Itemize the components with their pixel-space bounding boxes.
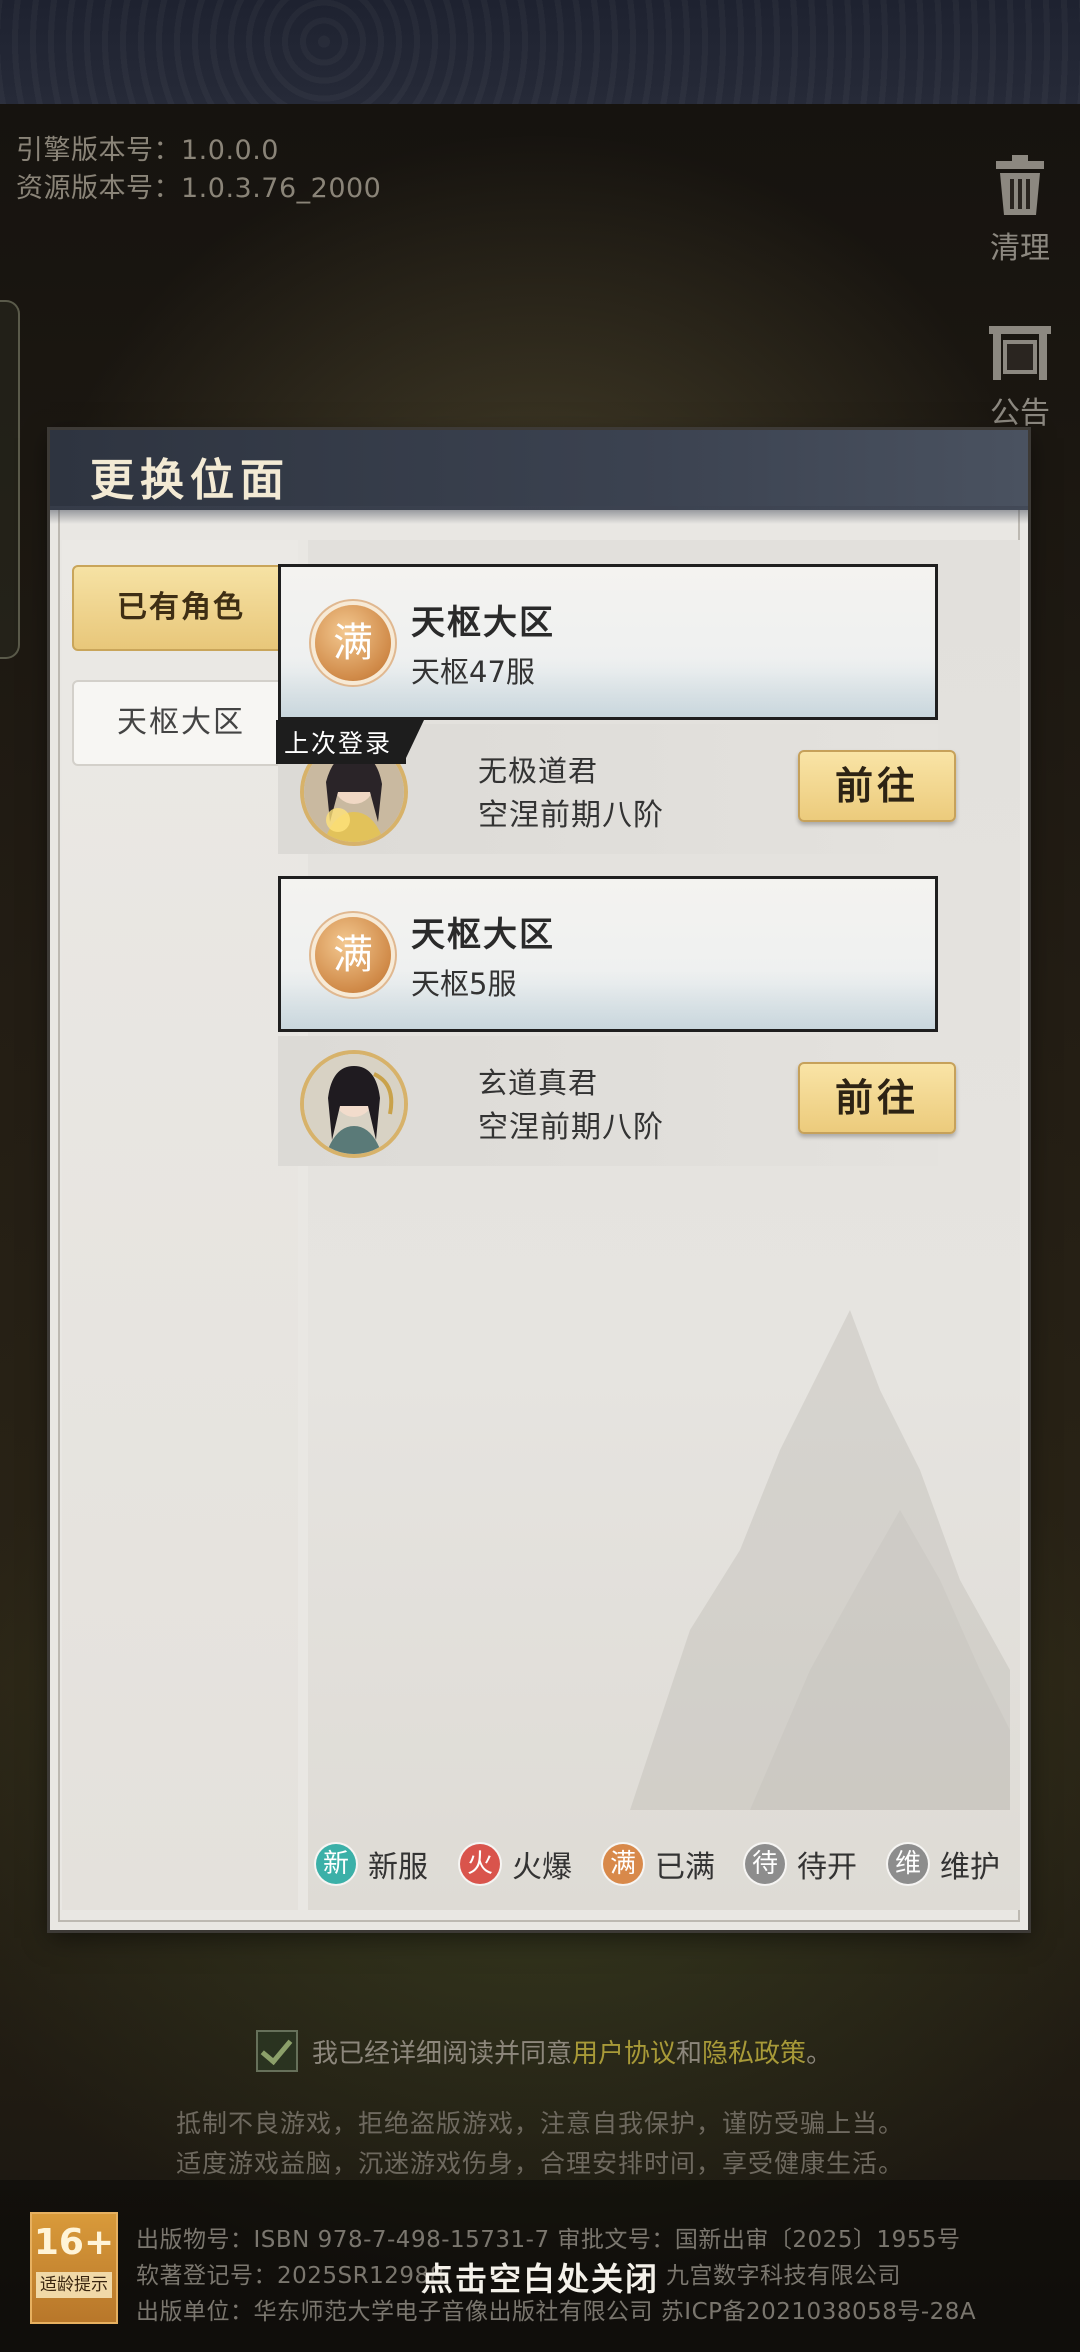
- legend-label: 火爆: [512, 1850, 572, 1885]
- engine-version: 引擎版本号：1.0.0.0: [16, 135, 279, 166]
- top-banner: [0, 0, 1080, 104]
- agreement-suffix: 。: [806, 2038, 833, 2069]
- full-server-icon: 满: [603, 1844, 643, 1884]
- publication-number: 出版物号：ISBN 978-7-498-15731-7 审批文号：国新出审〔20…: [136, 2227, 961, 2253]
- clean-label: 清理: [990, 231, 1050, 266]
- server-name: 天枢47服: [411, 655, 535, 689]
- hot-server-icon: 火: [460, 1844, 500, 1884]
- server-name: 天枢5服: [411, 967, 517, 1001]
- legend-label: 待开: [797, 1850, 857, 1885]
- agreement-row: 我已经详细阅读并同意 用户协议 和 隐私政策 。: [256, 2030, 832, 2072]
- tab-tianshu-zone[interactable]: 天枢大区: [72, 680, 290, 766]
- tap-to-close-hint[interactable]: 点击空白处关闭: [0, 2254, 1080, 2300]
- character-avatar: [304, 1054, 404, 1154]
- server-card-2[interactable]: 满 天枢大区 天枢5服: [278, 876, 938, 1032]
- legend-hot: 火 火爆: [460, 1842, 572, 1886]
- portrait-icon: [304, 1054, 404, 1154]
- agreement-prefix: 我已经详细阅读并同意: [312, 2038, 573, 2069]
- character-name: 无极道君: [478, 754, 599, 788]
- legend-maintenance: 维 维护: [888, 1842, 1000, 1886]
- legend-full: 满 已满: [603, 1842, 715, 1886]
- enter-server-button[interactable]: 前往: [798, 1062, 956, 1134]
- trash-icon: [996, 155, 1044, 215]
- character-realm: 空涅前期八阶: [478, 798, 664, 833]
- notice-button[interactable]: 公告: [980, 322, 1060, 432]
- character-row-1: 上次登录 无极道君 空涅前期八阶 前往: [276, 720, 956, 854]
- user-agreement-link[interactable]: 用户协议: [572, 2033, 676, 2070]
- server-zone-name: 天枢大区: [411, 915, 555, 955]
- server-card-1[interactable]: 满 天枢大区 天枢47服: [278, 564, 938, 720]
- character-name: 玄道真君: [478, 1066, 599, 1100]
- health-notice-line-1: 抵制不良游戏，拒绝盗版游戏，注意自我保护，谨防受骗上当。: [175, 2109, 904, 2138]
- full-status-badge: 满: [315, 605, 391, 681]
- legend-label: 维护: [940, 1850, 1000, 1885]
- legend-new: 新 新服: [316, 1842, 428, 1886]
- side-panel-edge[interactable]: [0, 300, 20, 659]
- server-zone-name: 天枢大区: [411, 603, 555, 643]
- enter-server-button[interactable]: 前往: [798, 750, 956, 822]
- agreement-checkbox[interactable]: [256, 2030, 298, 2072]
- privacy-policy-link[interactable]: 隐私政策: [702, 2033, 806, 2070]
- mountain-ink-decoration: [630, 1310, 1010, 1810]
- legend-pending: 待 待开: [745, 1842, 857, 1886]
- legend-label: 已满: [655, 1850, 715, 1885]
- dialog-title: 更换位面: [90, 455, 290, 506]
- character-row-2: 玄道真君 空涅前期八阶 前往: [278, 1036, 956, 1166]
- notice-label: 公告: [990, 396, 1050, 431]
- clean-button[interactable]: 清理: [980, 155, 1060, 267]
- resource-version: 资源版本号：1.0.3.76_2000: [16, 173, 382, 204]
- legend-label: 新服: [368, 1850, 428, 1885]
- new-server-icon: 新: [316, 1844, 356, 1884]
- health-notice-line-2: 适度游戏益脑，沉迷游戏伤身，合理安排时间，享受健康生活。: [175, 2149, 904, 2178]
- last-login-tag: 上次登录: [276, 720, 425, 764]
- pending-server-icon: 待: [745, 1844, 785, 1884]
- character-realm: 空涅前期八阶: [478, 1110, 664, 1145]
- maintenance-server-icon: 维: [888, 1844, 928, 1884]
- full-status-badge: 满: [315, 917, 391, 993]
- gate-icon: [989, 326, 1051, 380]
- dialog-header: 更换位面: [50, 430, 1028, 524]
- tab-owned-characters[interactable]: 已有角色: [72, 565, 290, 651]
- agreement-and: 和: [676, 2038, 703, 2069]
